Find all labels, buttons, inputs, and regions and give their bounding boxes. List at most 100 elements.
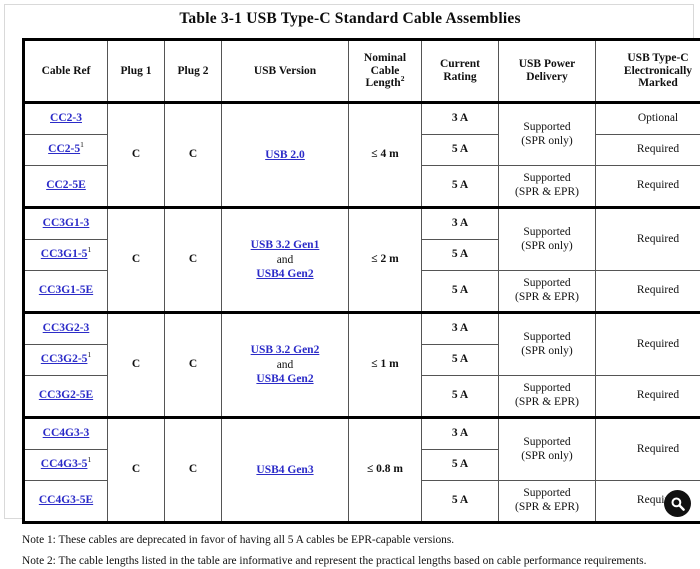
current-rating-cell: 5 A [422, 240, 499, 271]
plug1-cell-text: C [132, 253, 140, 265]
power-delivery-line1: Supported [523, 487, 570, 499]
cable-ref-link[interactable]: CC4G3-5 [41, 458, 88, 470]
cable-ref-link[interactable]: CC3G1-5 [41, 248, 88, 260]
usb-version-link[interactable]: USB4 Gen2 [256, 268, 313, 280]
pd-line1: USB Power [519, 58, 576, 70]
em-line2: Electronically [624, 65, 692, 77]
note-2: Note 2: The cable lengths listed in the … [22, 554, 678, 569]
cable-assemblies-table: Cable Ref Plug 1 Plug 2 USB Version Nomi… [22, 38, 700, 524]
electronically-marked-cell: Required [596, 208, 700, 271]
cable-ref-footnote-marker: 1 [80, 141, 84, 150]
column-header-usb-version: USB Version [222, 40, 349, 103]
table-row: CC4G3-3CCUSB4 Gen3≤ 0.8 m3 ASupported(SP… [24, 418, 700, 450]
usb-version-link[interactable]: USB4 Gen2 [256, 373, 313, 385]
electronically-marked-cell: Required [596, 135, 700, 166]
em-line3: Marked [638, 77, 678, 89]
plug1-cell: C [108, 103, 165, 208]
table-row: CC2-3CCUSB 2.0≤ 4 m3 ASupported(SPR only… [24, 103, 700, 135]
cable-ref-footnote-marker: 1 [87, 246, 91, 255]
cable-ref-footnote-marker: 1 [87, 456, 91, 465]
magnifier-badge[interactable] [664, 490, 691, 517]
page-title: Table 3-1 USB Type-C Standard Cable Asse… [22, 10, 678, 28]
power-delivery-line1: Supported [523, 436, 570, 448]
cable-ref-link[interactable]: CC4G3-3 [43, 427, 90, 439]
cable-ref-footnote-marker: 1 [87, 351, 91, 360]
power-delivery-line2: (SPR & EPR) [515, 501, 579, 513]
cable-ref-link[interactable]: CC2-5E [46, 179, 86, 191]
nominal-footnote-marker: 2 [401, 75, 405, 84]
document-content: Table 3-1 USB Type-C Standard Cable Asse… [0, 0, 700, 525]
current-rating-cell: 5 A [422, 135, 499, 166]
plug2-cell-text: C [189, 148, 197, 160]
nominal-line2: Cable [371, 65, 400, 77]
cable-ref-cell: CC3G2-3 [24, 313, 108, 345]
electronically-marked-cell: Required [596, 166, 700, 208]
table-row: CC3G1-3CCUSB 3.2 Gen1andUSB4 Gen2≤ 2 m3 … [24, 208, 700, 240]
cable-ref-cell: CC2-51 [24, 135, 108, 166]
header-row: Cable Ref Plug 1 Plug 2 USB Version Nomi… [24, 40, 700, 103]
usb-version-link[interactable]: USB 2.0 [265, 149, 305, 161]
usb-version-link[interactable]: USB4 Gen3 [256, 464, 313, 476]
power-delivery-line2: (SPR & EPR) [515, 291, 579, 303]
current-line1: Current [440, 58, 480, 70]
power-delivery-cell: Supported(SPR only) [499, 103, 596, 166]
plug2-cell-text: C [189, 358, 197, 370]
current-rating-cell: 5 A [422, 271, 499, 313]
power-delivery-cell: Supported(SPR & EPR) [499, 166, 596, 208]
current-rating-cell: 5 A [422, 450, 499, 481]
power-delivery-line1: Supported [523, 331, 570, 343]
column-header-plug1: Plug 1 [108, 40, 165, 103]
cable-ref-link[interactable]: CC3G2-5E [39, 389, 93, 401]
cable-ref-cell: CC3G1-3 [24, 208, 108, 240]
column-header-current-rating: Current Rating [422, 40, 499, 103]
current-rating-cell: 3 A [422, 103, 499, 135]
cable-ref-cell: CC3G1-5E [24, 271, 108, 313]
nominal-length-cell: ≤ 1 m [349, 313, 422, 418]
column-header-plug2: Plug 2 [165, 40, 222, 103]
pd-line2: Delivery [526, 71, 568, 83]
nominal-length-cell: ≤ 2 m [349, 208, 422, 313]
power-delivery-cell: Supported(SPR only) [499, 208, 596, 271]
note-1: Note 1: These cables are deprecated in f… [22, 533, 678, 548]
power-delivery-cell: Supported(SPR & EPR) [499, 271, 596, 313]
power-delivery-line2: (SPR only) [521, 345, 572, 357]
electronically-marked-cell: Required [596, 271, 700, 313]
power-delivery-line2: (SPR only) [521, 450, 572, 462]
plug1-cell-text: C [132, 148, 140, 160]
plug2-cell: C [165, 103, 222, 208]
plug1-cell-text: C [132, 358, 140, 370]
magnifier-icon [670, 496, 686, 512]
plug2-cell-text: C [189, 463, 197, 475]
power-delivery-cell: Supported (SPR & EPR) [499, 481, 596, 523]
cable-ref-link[interactable]: CC3G1-3 [43, 217, 90, 229]
column-header-cable-ref: Cable Ref [24, 40, 108, 103]
current-rating-cell: 5 A [422, 376, 499, 418]
power-delivery-line1: Supported [523, 121, 570, 133]
usb-version-link[interactable]: USB 3.2 Gen2 [251, 344, 320, 356]
column-header-usb-power-delivery: USB Power Delivery [499, 40, 596, 103]
cable-ref-link[interactable]: CC2-3 [50, 112, 82, 124]
electronically-marked-cell: Required [596, 376, 700, 418]
notes-section: Note 1: These cables are deprecated in f… [22, 533, 678, 569]
cable-ref-cell: CC4G3-5E [24, 481, 108, 523]
electronically-marked-cell: Required [596, 313, 700, 376]
power-delivery-line2: (SPR only) [521, 240, 572, 252]
cable-ref-link[interactable]: CC2-5 [48, 143, 80, 155]
usb-version-link[interactable]: USB 3.2 Gen1 [251, 239, 320, 251]
power-delivery-cell: Supported (SPR only) [499, 313, 596, 376]
usb-version-cell: USB 3.2 Gen1andUSB4 Gen2 [222, 208, 349, 313]
cable-ref-link[interactable]: CC4G3-5E [39, 494, 93, 506]
current-rating-cell: 5 A [422, 345, 499, 376]
nominal-length-cell-text: ≤ 2 m [371, 253, 398, 265]
plug1-cell-text: C [132, 463, 140, 475]
cable-ref-link[interactable]: CC3G1-5E [39, 284, 93, 296]
cable-ref-cell: CC3G2-5E [24, 376, 108, 418]
power-delivery-line1: Supported [523, 172, 570, 184]
plug2-cell: C [165, 418, 222, 523]
cable-ref-link[interactable]: CC3G2-3 [43, 322, 90, 334]
plug2-cell: C [165, 313, 222, 418]
current-rating-cell: 5 A [422, 481, 499, 523]
cable-ref-link[interactable]: CC3G2-5 [41, 353, 88, 365]
cable-ref-cell: CC3G2-51 [24, 345, 108, 376]
usb-version-cell: USB 3.2 Gen2andUSB4 Gen2 [222, 313, 349, 418]
